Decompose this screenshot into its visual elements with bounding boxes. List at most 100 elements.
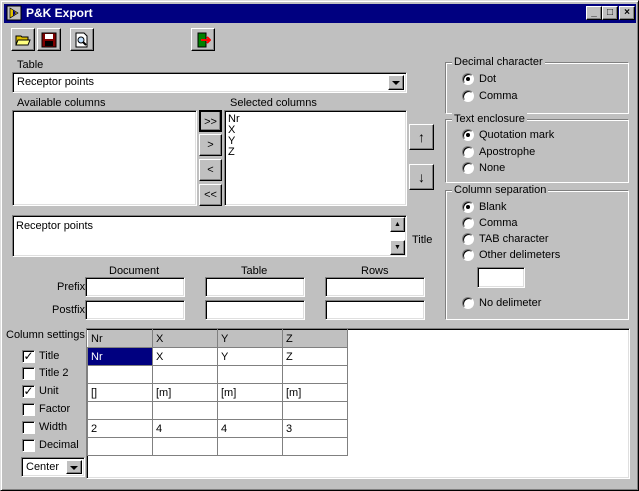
move-up-button[interactable]: ↑ [409, 124, 434, 150]
enclosure-quotation-radio[interactable] [462, 129, 474, 141]
print-preview-icon [75, 32, 88, 48]
prefix-document-input[interactable] [85, 277, 185, 297]
column-grid[interactable]: Nr X Y Z Nr X Y Z [] [m] [m] [m] 2 4 4 3 [87, 329, 348, 456]
grid-cell[interactable]: [m] [152, 383, 218, 402]
table-row [87, 401, 348, 420]
grid-cell[interactable] [217, 437, 283, 456]
maximize-button[interactable]: □ [602, 6, 618, 20]
enclosure-apostrophe-radio[interactable] [462, 146, 474, 158]
grid-cell[interactable]: 3 [282, 419, 348, 438]
width-checkbox[interactable] [22, 421, 35, 434]
scroll-down-button[interactable]: ▼ [390, 240, 405, 255]
title-bar[interactable]: P&K Export _ □ × [4, 4, 636, 23]
decimal-dot-radio[interactable] [462, 73, 474, 85]
decimal-checkbox-label[interactable]: Decimal [39, 439, 79, 452]
selected-columns-list[interactable]: Nr X Y Z [224, 110, 407, 206]
export-window: P&K Export _ □ × Table Receptor points A… [0, 0, 639, 491]
factor-checkbox[interactable] [22, 403, 35, 416]
grid-cell[interactable]: 4 [217, 419, 283, 438]
close-button[interactable]: × [619, 6, 635, 20]
enclosure-none-label[interactable]: None [479, 162, 505, 175]
separation-tab-radio[interactable] [462, 233, 474, 245]
alignment-dropdown-button[interactable] [66, 460, 82, 474]
save-button[interactable] [37, 28, 61, 51]
grid-cell[interactable] [152, 365, 218, 384]
title-textarea[interactable]: Receptor points ▲ ▼ [12, 215, 407, 257]
grid-cell[interactable] [152, 401, 218, 420]
open-button[interactable] [11, 28, 35, 51]
table-row: [] [m] [m] [m] [87, 383, 348, 402]
separation-comma-radio[interactable] [462, 217, 474, 229]
grid-cell[interactable] [152, 437, 218, 456]
grid-cell[interactable]: Z [282, 347, 348, 366]
move-right-button[interactable]: > [199, 134, 222, 156]
decimal-dot-label[interactable]: Dot [479, 73, 496, 86]
unit-checkbox-label[interactable]: Unit [39, 385, 59, 398]
available-columns-list[interactable] [12, 110, 197, 206]
separation-blank-label[interactable]: Blank [479, 201, 507, 214]
enclosure-apostrophe-label[interactable]: Apostrophe [479, 146, 535, 159]
table-select-dropdown-button[interactable] [388, 75, 404, 90]
title-checkbox-label[interactable]: Title [39, 350, 59, 363]
decimal-comma-radio[interactable] [462, 90, 474, 102]
separation-no-delimiter-label[interactable]: No delimeter [479, 297, 541, 310]
factor-checkbox-label[interactable]: Factor [39, 403, 70, 416]
enclosure-none-radio[interactable] [462, 162, 474, 174]
width-checkbox-label[interactable]: Width [39, 421, 67, 434]
grid-cell[interactable]: X [152, 347, 218, 366]
grid-cell[interactable] [282, 437, 348, 456]
grid-header[interactable]: Z [282, 329, 348, 348]
separation-other-label[interactable]: Other delimeters [479, 249, 560, 262]
postfix-rows-input[interactable] [325, 300, 425, 320]
minimize-icon: _ [591, 7, 597, 18]
move-all-left-button[interactable]: << [199, 184, 222, 206]
separation-comma-label[interactable]: Comma [479, 217, 518, 230]
decimal-comma-label[interactable]: Comma [479, 90, 518, 103]
title-checkbox[interactable]: ✓ [22, 350, 35, 363]
minimize-button[interactable]: _ [586, 6, 602, 20]
table-row: 2 4 4 3 [87, 419, 348, 438]
grid-cell[interactable]: [m] [282, 383, 348, 402]
separation-tab-label[interactable]: TAB character [479, 233, 549, 246]
grid-cell[interactable]: [m] [217, 383, 283, 402]
move-left-button[interactable]: < [199, 159, 222, 181]
grid-cell[interactable] [87, 437, 153, 456]
move-all-right-button[interactable]: >> [199, 110, 222, 132]
grid-cell[interactable]: [] [87, 383, 153, 402]
grid-cell[interactable] [217, 365, 283, 384]
grid-cell[interactable]: 4 [152, 419, 218, 438]
grid-cell[interactable] [87, 365, 153, 384]
selected-columns-label: Selected columns [230, 97, 317, 109]
grid-header[interactable]: Nr [87, 329, 153, 348]
move-down-button[interactable]: ↓ [409, 164, 434, 190]
scroll-up-button[interactable]: ▲ [390, 217, 405, 232]
grid-cell[interactable] [282, 401, 348, 420]
grid-cell[interactable] [217, 401, 283, 420]
grid-cell[interactable]: 2 [87, 419, 153, 438]
separation-blank-radio[interactable] [462, 201, 474, 213]
grid-cell[interactable] [87, 401, 153, 420]
postfix-table-input[interactable] [205, 300, 305, 320]
separation-other-radio[interactable] [462, 249, 474, 261]
grid-header[interactable]: Y [217, 329, 283, 348]
title2-checkbox[interactable] [22, 367, 35, 380]
decimal-checkbox[interactable] [22, 439, 35, 452]
separation-no-delimiter-radio[interactable] [462, 297, 474, 309]
title2-checkbox-label[interactable]: Title 2 [39, 367, 69, 380]
text-enclosure-title: Text enclosure [452, 113, 527, 126]
list-item[interactable]: Z [228, 147, 235, 158]
prefix-rows-input[interactable] [325, 277, 425, 297]
unit-checkbox[interactable]: ✓ [22, 385, 35, 398]
exit-button[interactable] [191, 28, 215, 51]
alignment-select[interactable]: Center [21, 457, 85, 477]
prefix-table-input[interactable] [205, 277, 305, 297]
table-select[interactable]: Receptor points [12, 72, 407, 93]
grid-header[interactable]: X [152, 329, 218, 348]
other-delimiter-input[interactable] [477, 267, 525, 288]
postfix-document-input[interactable] [85, 300, 185, 320]
print-preview-button[interactable] [70, 28, 94, 51]
grid-cell[interactable]: Y [217, 347, 283, 366]
enclosure-quotation-label[interactable]: Quotation mark [479, 129, 554, 142]
grid-cell[interactable] [282, 365, 348, 384]
grid-cell[interactable]: Nr [87, 347, 153, 366]
